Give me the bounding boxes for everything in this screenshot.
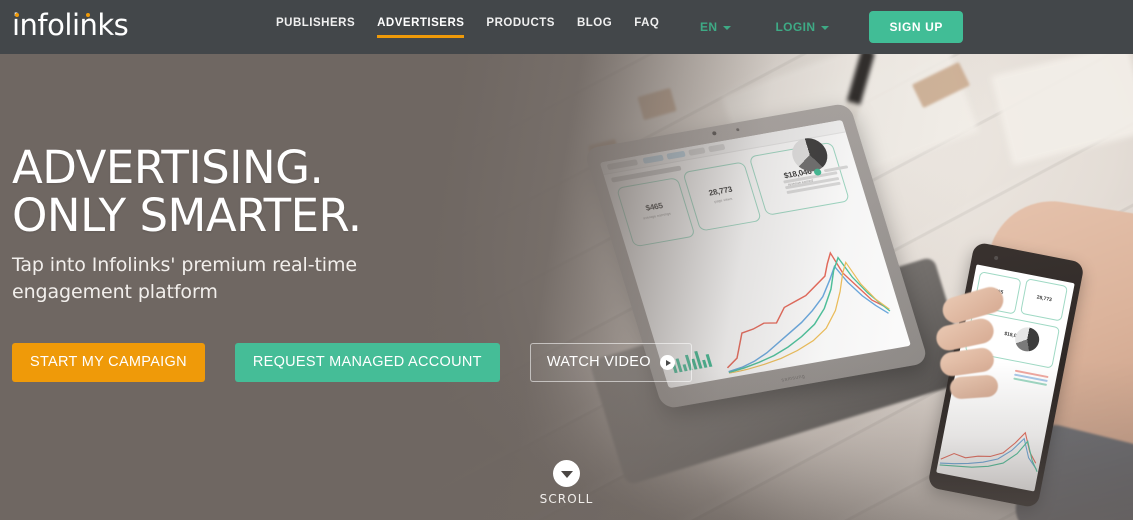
watch-video-button[interactable]: WATCH VIDEO [529, 343, 692, 382]
scroll-circle [553, 460, 580, 487]
chevron-down-icon [723, 26, 732, 30]
page-title: ADVERTISING. ONLY SMARTER. [12, 144, 672, 240]
header-actions: EN LOGIN SIGN UP [700, 0, 1133, 54]
scroll-down-indicator[interactable]: SCROLL [0, 460, 1133, 506]
headline-line-1: ADVERTISING. [12, 141, 324, 194]
logo-dot-icon [86, 13, 90, 17]
request-managed-account-button[interactable]: REQUEST MANAGED ACCOUNT [234, 343, 500, 382]
logo-text: infolinks [12, 8, 129, 42]
login-menu[interactable]: LOGIN [775, 20, 830, 34]
language-label: EN [699, 20, 718, 34]
nav-item-products[interactable]: PRODUCTS [475, 16, 566, 30]
main-navigation: PUBLISHERS ADVERTISERS PRODUCTS BLOG FAQ [265, 16, 670, 38]
language-selector[interactable]: EN [699, 20, 732, 34]
hero-section: $465 average earnings 28,773 page views … [0, 54, 1133, 520]
hero-content: ADVERTISING. ONLY SMARTER. Tap into Info… [12, 54, 692, 382]
chevron-down-icon [560, 471, 573, 478]
headline-line-2: ONLY SMARTER. [12, 189, 362, 242]
cta-button-row: START MY CAMPAIGN REQUEST MANAGED ACCOUN… [12, 343, 692, 382]
landing-page: infolinks PUBLISHERS ADVERTISERS PRODUCT… [0, 0, 1133, 520]
site-logo[interactable]: infolinks [12, 8, 129, 42]
site-header: infolinks PUBLISHERS ADVERTISERS PRODUCT… [0, 0, 1133, 54]
subhead-line-2: engagement platform [12, 281, 218, 303]
hero-subtitle: Tap into Infolinks' premium real-time en… [12, 252, 672, 306]
scroll-label: SCROLL [539, 492, 594, 506]
logo-dot-icon [15, 13, 19, 17]
start-my-campaign-button[interactable]: START MY CAMPAIGN [12, 343, 205, 382]
play-icon [659, 355, 675, 370]
sign-up-button[interactable]: SIGN UP [869, 11, 963, 43]
chevron-down-icon [821, 26, 830, 30]
login-label: LOGIN [775, 20, 816, 34]
nav-item-advertisers[interactable]: ADVERTISERS [366, 16, 475, 38]
nav-item-blog[interactable]: BLOG [566, 16, 623, 30]
nav-item-faq[interactable]: FAQ [623, 16, 670, 30]
subhead-line-1: Tap into Infolinks' premium real-time [12, 254, 357, 276]
watch-video-label: WATCH VIDEO [546, 354, 651, 370]
nav-item-publishers[interactable]: PUBLISHERS [265, 16, 366, 30]
